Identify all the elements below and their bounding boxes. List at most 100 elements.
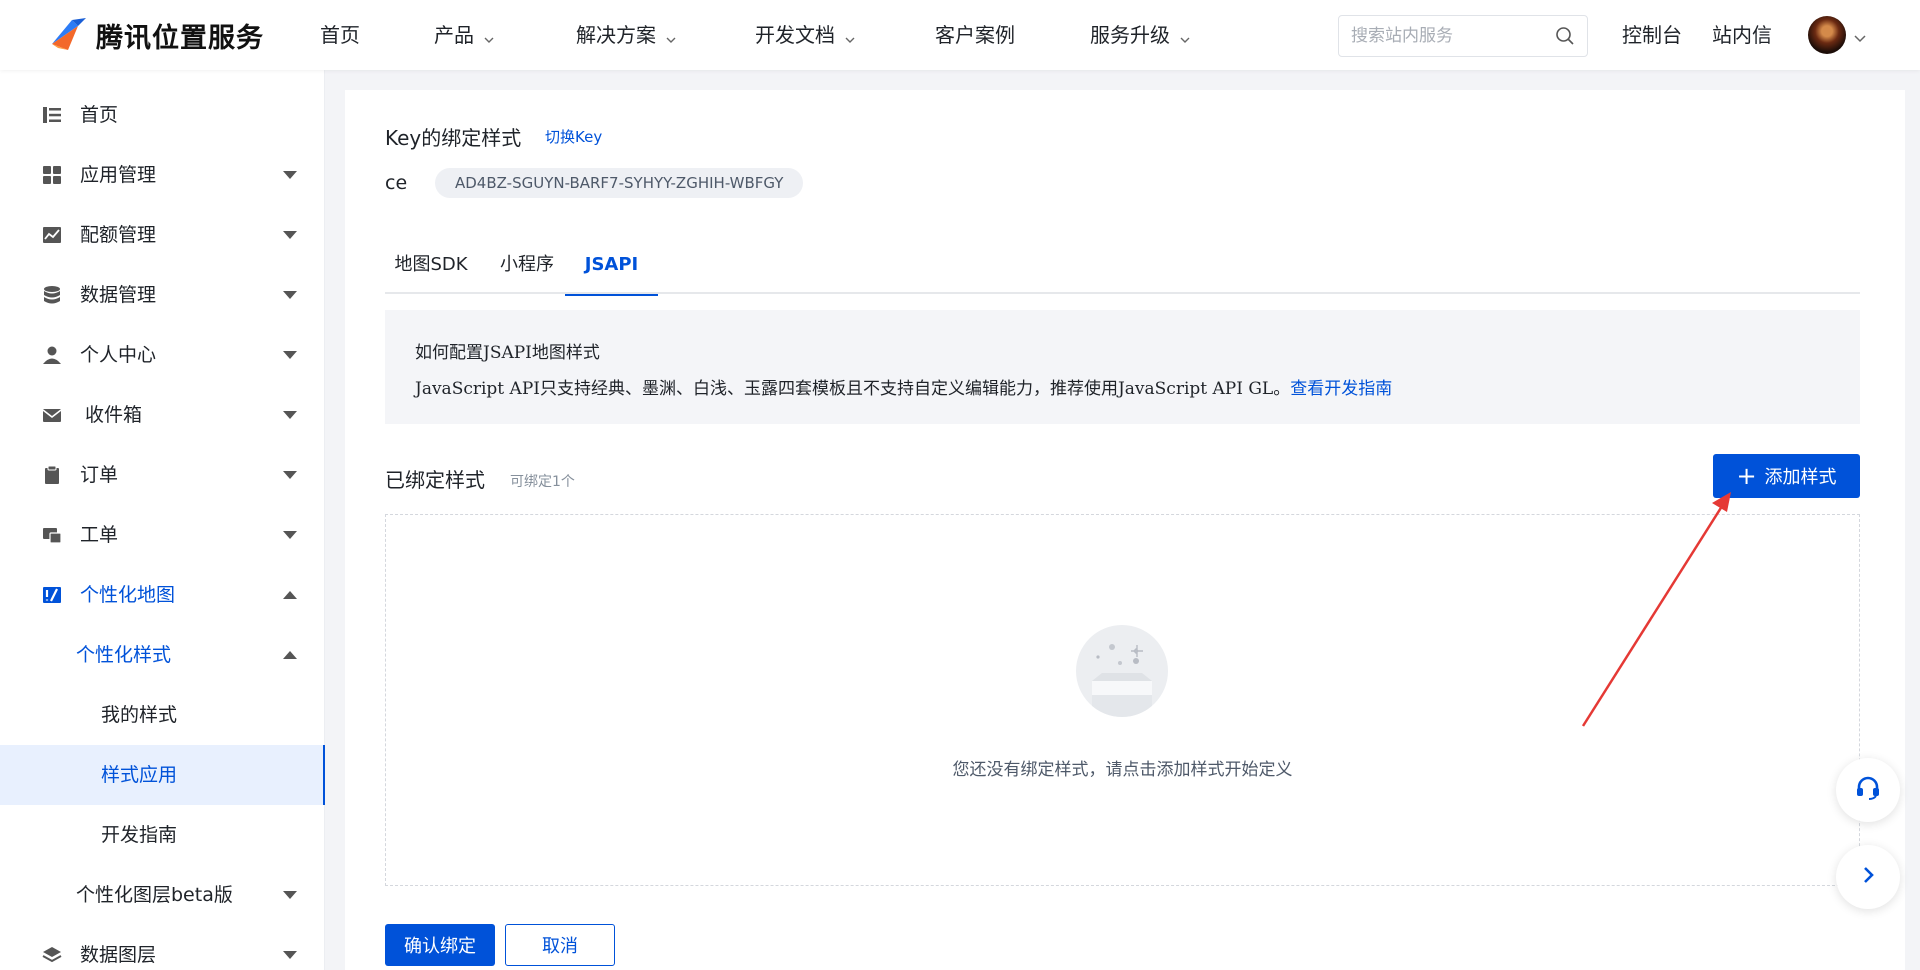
confirm-bind-button[interactable]: 确认绑定 [385, 924, 495, 966]
add-style-label: 添加样式 [1764, 467, 1837, 488]
ticket-icon [42, 525, 62, 545]
logo-icon [48, 14, 90, 56]
support-button[interactable] [1836, 758, 1900, 822]
caret-down-icon [283, 351, 297, 359]
nav-home[interactable]: 首页 [320, 0, 360, 70]
nav-docs[interactable]: 开发文档 [755, 0, 855, 70]
platform-tabs: 地图SDK 小程序 JSAPI [385, 240, 1860, 296]
bound-limit-text: 可绑定1个 [510, 474, 575, 490]
logo-text: 腾讯位置服务 [96, 22, 264, 54]
empty-box-icon [1076, 625, 1168, 717]
sidebar-item-tickets[interactable]: 工单 [0, 505, 325, 565]
sidebar-item-label: 个性化图层beta版 [76, 884, 233, 906]
nav-label: 客户案例 [935, 23, 1015, 47]
sidebar-item-label: 数据图层 [80, 944, 157, 966]
cancel-button[interactable]: 取消 [505, 924, 615, 966]
sidebar: 首页 应用管理 配额管理 数据管理 个人中心 收件箱 订单 工单 个性化地图 个… [0, 70, 325, 970]
info-description: JavaScript API只支持经典、墨渊、白浅、玉露四套模板且不支持自定义编… [415, 379, 1291, 399]
sidebar-item-my-styles[interactable]: 我的样式 [0, 685, 325, 745]
sidebar-item-label: 配额管理 [80, 224, 157, 246]
clipboard-icon [42, 465, 62, 485]
nav-label: 产品 [434, 23, 474, 47]
layers-icon [42, 945, 62, 965]
sidebar-item-label: 我的样式 [101, 704, 178, 726]
sidebar-item-orders[interactable]: 订单 [0, 445, 325, 505]
nav-upgrade[interactable]: 服务升级 [1090, 0, 1190, 70]
next-button[interactable] [1836, 845, 1900, 909]
sidebar-item-data-layer[interactable]: 数据图层 [0, 925, 325, 970]
sidebar-item-label: 样式应用 [101, 764, 178, 786]
switch-key-link[interactable]: 切换Key [545, 126, 602, 147]
chevron-down-icon [666, 2, 676, 72]
tab-map-sdk[interactable]: 地图SDK [385, 240, 477, 294]
sidebar-item-label: 收件箱 [85, 404, 143, 426]
chevron-down-icon [1180, 2, 1190, 72]
caret-down-icon [283, 531, 297, 539]
nav-cases[interactable]: 客户案例 [935, 0, 1015, 70]
sidebar-item-custom-style[interactable]: 个性化样式 [0, 625, 325, 685]
sidebar-item-label: 订单 [80, 464, 119, 486]
sidebar-item-label: 工单 [80, 524, 119, 546]
caret-down-icon [283, 171, 297, 179]
bound-styles-title: 已绑定样式 [385, 468, 485, 492]
nav-products[interactable]: 产品 [434, 0, 494, 70]
key-name: ce [385, 172, 408, 194]
sidebar-item-label: 数据管理 [80, 284, 157, 306]
search-icon[interactable] [1555, 26, 1575, 50]
chevron-down-icon [484, 2, 494, 72]
sidebar-item-label: 个性化地图 [80, 584, 176, 606]
chevron-down-icon [845, 2, 855, 72]
user-icon [42, 345, 62, 365]
sidebar-item-apps[interactable]: 应用管理 [0, 145, 325, 205]
sidebar-item-label: 开发指南 [101, 824, 178, 846]
nav-label: 服务升级 [1090, 23, 1170, 47]
caret-down-icon [283, 411, 297, 419]
dev-guide-link[interactable]: 查看开发指南 [1290, 379, 1392, 399]
plus-icon: + [1736, 462, 1757, 490]
list-icon [42, 105, 62, 125]
console-link[interactable]: 控制台 [1622, 0, 1682, 70]
chart-icon [42, 225, 62, 245]
chevron-right-icon [1858, 865, 1878, 889]
avatar[interactable] [1808, 16, 1846, 54]
sidebar-item-label: 首页 [80, 104, 119, 126]
caret-down-icon [283, 291, 297, 299]
chevron-down-icon[interactable] [1854, 28, 1866, 47]
logo[interactable]: 腾讯位置服务 [48, 14, 264, 56]
key-value-badge: AD4BZ-SGUYN-BARF7-SYHYY-ZGHIH-WBFGY [435, 168, 804, 198]
grid-icon [42, 165, 62, 185]
sidebar-item-custom-map[interactable]: 个性化地图 [0, 565, 325, 625]
add-style-button[interactable]: + 添加样式 [1713, 454, 1860, 498]
caret-down-icon [283, 891, 297, 899]
sidebar-item-profile[interactable]: 个人中心 [0, 325, 325, 385]
nav-label: 开发文档 [755, 23, 835, 47]
map-style-icon [42, 585, 62, 605]
caret-down-icon [283, 471, 297, 479]
mail-icon [42, 405, 62, 425]
top-header: 腾讯位置服务 首页 产品 解决方案 开发文档 客户案例 服务升级 控制台 站内信 [0, 0, 1920, 70]
search-input[interactable] [1339, 16, 1539, 56]
sidebar-item-custom-layer[interactable]: 个性化图层beta版 [0, 865, 325, 925]
sidebar-item-inbox[interactable]: 收件箱 [0, 385, 325, 445]
tab-mini-program[interactable]: 小程序 [487, 240, 567, 294]
empty-message: 您还没有绑定样式，请点击添加样式开始定义 [952, 760, 1293, 780]
empty-state: 您还没有绑定样式，请点击添加样式开始定义 [385, 514, 1860, 886]
caret-down-icon [283, 231, 297, 239]
nav-solutions[interactable]: 解决方案 [576, 0, 676, 70]
messages-link[interactable]: 站内信 [1712, 0, 1772, 70]
nav-label: 首页 [320, 23, 360, 47]
sidebar-item-quota[interactable]: 配额管理 [0, 205, 325, 265]
info-box: 如何配置JSAPI地图样式 JavaScript API只支持经典、墨渊、白浅、… [385, 310, 1860, 424]
sidebar-item-style-apply[interactable]: 样式应用 [0, 745, 325, 805]
sidebar-item-home[interactable]: 首页 [0, 85, 325, 145]
search-box [1338, 15, 1588, 57]
sidebar-item-dev-guide[interactable]: 开发指南 [0, 805, 325, 865]
page-title: Key的绑定样式 [385, 126, 522, 150]
tab-jsapi[interactable]: JSAPI [565, 240, 658, 296]
caret-down-icon [283, 951, 297, 959]
nav-label: 解决方案 [576, 23, 656, 47]
headset-icon [1854, 774, 1882, 806]
sidebar-item-label: 个性化样式 [76, 644, 172, 666]
caret-up-icon [283, 651, 297, 659]
sidebar-item-data[interactable]: 数据管理 [0, 265, 325, 325]
